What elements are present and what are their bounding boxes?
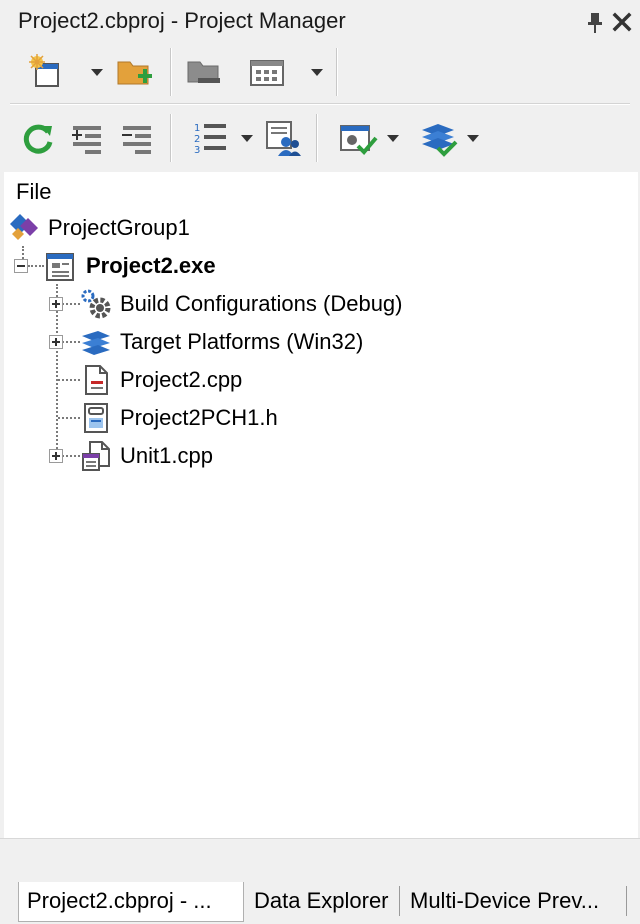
toolbar-bottom: 1 2 3: [8, 108, 632, 170]
toolbar-separator: [316, 114, 318, 162]
gear-icon: [81, 289, 111, 319]
chevron-down-icon[interactable]: [90, 67, 104, 77]
chevron-down-icon[interactable]: [310, 67, 324, 77]
tab-divider: [399, 886, 400, 916]
toolbar-divider: [10, 103, 630, 105]
tree-node-target-platforms[interactable]: Target Platforms (Win32): [4, 324, 464, 360]
tree-node-label: Project2.cpp: [120, 367, 243, 392]
tree-node-label: Project2PCH1.h: [120, 405, 278, 430]
add-folder-icon[interactable]: [114, 52, 154, 92]
chevron-down-icon[interactable]: [240, 133, 254, 143]
expand-all-icon[interactable]: [68, 118, 108, 158]
remove-folder-icon[interactable]: [184, 52, 224, 92]
tab-data-explorer[interactable]: Data Explorer: [246, 882, 398, 922]
project-tree[interactable]: File ProjectGroup1 Project2.exe Build Co…: [4, 172, 638, 838]
chevron-down-icon[interactable]: [386, 133, 400, 143]
tab-project-manager[interactable]: Project2.cbproj - ...: [18, 882, 244, 922]
panel-titlebar: Project2.cbproj - Project Manager: [0, 0, 640, 42]
toolbar-top: [8, 42, 632, 104]
panel-title: Project2.cbproj - Project Manager: [18, 8, 346, 33]
svg-text:2: 2: [194, 134, 200, 145]
layers-check-icon[interactable]: [418, 118, 458, 158]
tree-node-project2-cpp[interactable]: Project2.cpp: [4, 362, 404, 398]
project-group-icon: [10, 214, 38, 240]
pin-icon[interactable]: [586, 12, 604, 34]
svg-text:3: 3: [194, 145, 200, 156]
project-exe-icon: [46, 253, 74, 281]
view-grid-icon[interactable]: [248, 52, 288, 92]
svg-text:1: 1: [194, 123, 200, 134]
tab-divider: [626, 886, 627, 916]
tree-node-project2-exe[interactable]: Project2.exe: [4, 248, 404, 284]
tree-node-projectgroup1[interactable]: ProjectGroup1: [4, 210, 404, 246]
tree-node-project2pch1-h[interactable]: Project2PCH1.h: [4, 400, 404, 436]
tab-multi-device-preview[interactable]: Multi-Device Prev...: [402, 882, 624, 922]
tree-column-header: File: [16, 179, 52, 204]
new-project-icon[interactable]: [26, 52, 66, 92]
chevron-down-icon[interactable]: [466, 133, 480, 143]
tree-node-label: ProjectGroup1: [48, 215, 190, 240]
tree-node-label: Target Platforms (Win32): [120, 329, 364, 354]
toolbar-separator: [336, 48, 338, 96]
status-strip: [0, 838, 640, 878]
tree-node-label: Project2.exe: [86, 253, 216, 278]
manage-users-icon[interactable]: [264, 118, 304, 158]
tree-node-build-configurations[interactable]: Build Configurations (Debug): [4, 286, 464, 322]
close-icon[interactable]: [612, 12, 632, 32]
build-check-icon[interactable]: [338, 118, 378, 158]
tree-node-unit1-cpp[interactable]: Unit1.cpp: [4, 438, 404, 474]
sort-list-icon[interactable]: 1 2 3: [192, 118, 232, 158]
tree-node-label: Unit1.cpp: [120, 443, 213, 468]
tree-node-label: Build Configurations (Debug): [120, 291, 403, 316]
sync-icon[interactable]: [18, 118, 58, 158]
toolbar-separator: [170, 48, 172, 96]
toolbar-separator: [170, 114, 172, 162]
cpp-file-icon: [85, 365, 108, 395]
collapse-all-icon[interactable]: [118, 118, 158, 158]
unit-file-icon: [82, 441, 110, 471]
layers-icon: [82, 331, 110, 355]
panel-tab-strip: Project2.cbproj - ... Data Explorer Mult…: [0, 878, 640, 924]
header-file-icon: [84, 403, 108, 433]
